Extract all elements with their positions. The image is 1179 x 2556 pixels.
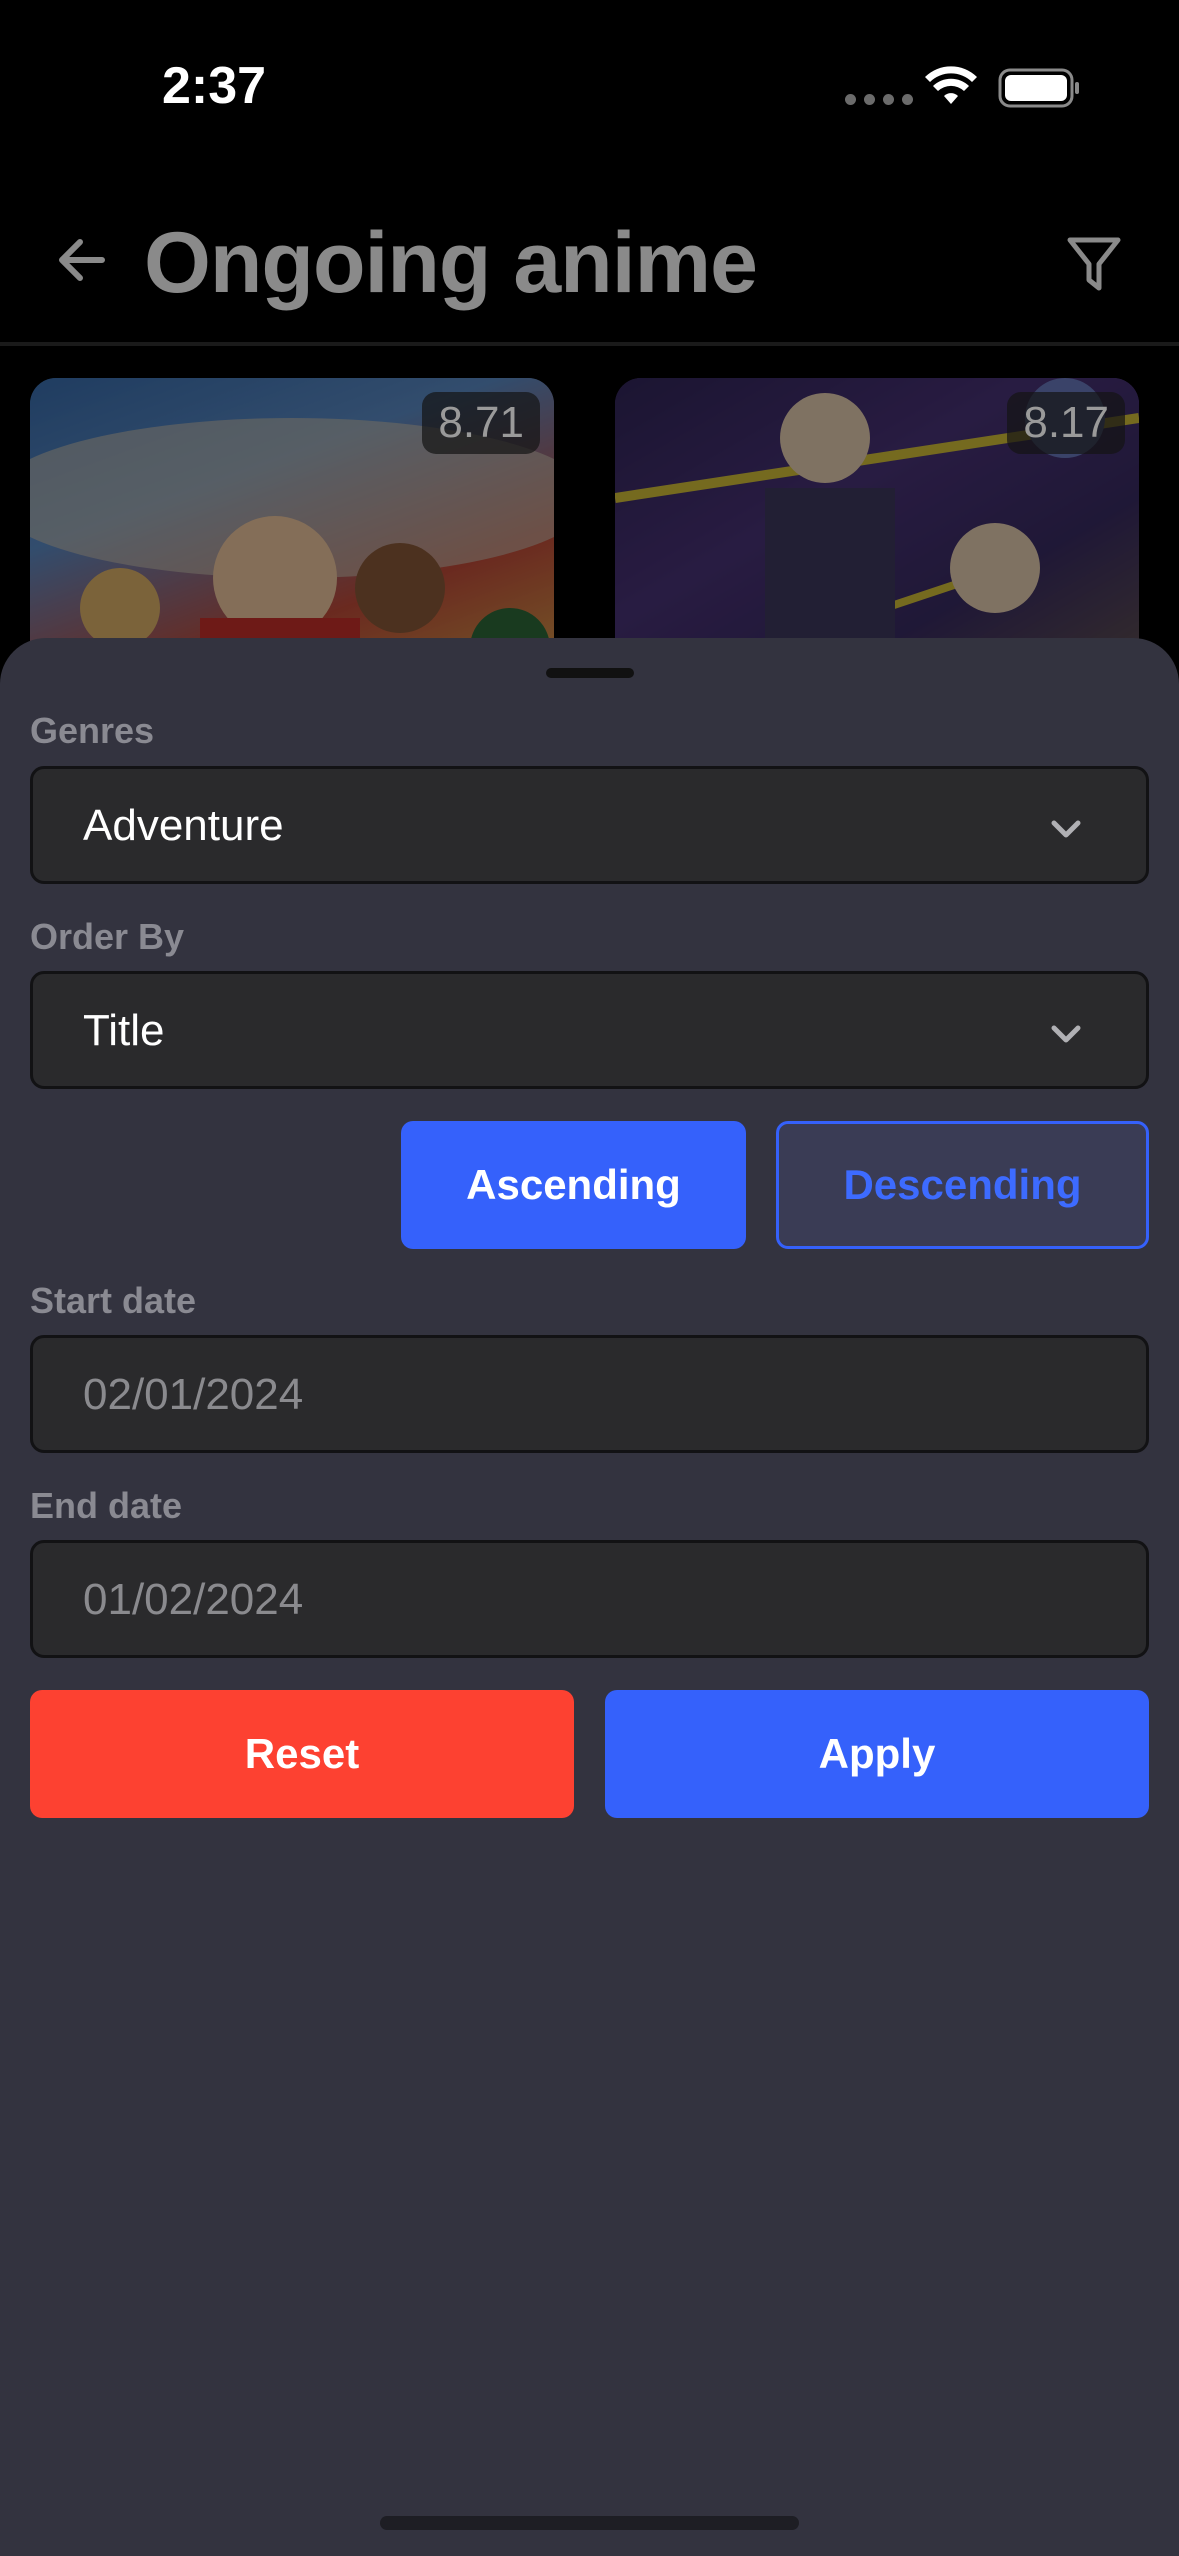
home-indicator xyxy=(380,2516,799,2530)
status-bar: 2:37 xyxy=(0,0,1179,175)
start-date-label: Start date xyxy=(30,1280,197,1321)
start-date-placeholder: 02/01/2024 xyxy=(83,1370,304,1419)
chevron-down-icon xyxy=(1051,1025,1081,1043)
score-badge: 8.17 xyxy=(1007,392,1125,454)
chevron-down-icon xyxy=(1051,820,1081,838)
genres-label: Genres xyxy=(30,710,155,751)
back-arrow-icon[interactable] xyxy=(52,230,112,290)
status-time: 2:37 xyxy=(162,57,267,115)
score-badge: 8.71 xyxy=(422,392,540,454)
cellular-signal-icon xyxy=(845,94,913,105)
anime-card[interactable]: 8.17 xyxy=(615,378,1139,678)
genres-select[interactable]: Adventure xyxy=(30,766,1149,884)
ascending-button[interactable]: Ascending xyxy=(401,1121,746,1249)
anime-card[interactable]: 8.71 xyxy=(30,378,554,678)
filter-icon[interactable] xyxy=(1066,234,1122,294)
top-nav: Ongoing anime xyxy=(0,180,1179,346)
order-by-label: Order By xyxy=(30,916,185,957)
end-date-label: End date xyxy=(30,1485,183,1526)
end-date-field[interactable]: 01/02/2024 xyxy=(30,1540,1149,1658)
page-title: Ongoing anime xyxy=(144,215,758,311)
battery-icon xyxy=(998,68,1079,108)
sheet-grabber[interactable] xyxy=(546,668,634,678)
descending-button[interactable]: Descending xyxy=(776,1121,1149,1249)
apply-button[interactable]: Apply xyxy=(605,1690,1149,1818)
order-by-value: Title xyxy=(83,1006,165,1055)
filter-sheet: Genres Adventure Order By Title Ascendin… xyxy=(0,638,1179,2556)
wifi-icon xyxy=(925,66,977,104)
order-by-select[interactable]: Title xyxy=(30,971,1149,1089)
genres-value: Adventure xyxy=(83,801,284,850)
reset-button[interactable]: Reset xyxy=(30,1690,574,1818)
start-date-field[interactable]: 02/01/2024 xyxy=(30,1335,1149,1453)
end-date-placeholder: 01/02/2024 xyxy=(83,1575,304,1624)
